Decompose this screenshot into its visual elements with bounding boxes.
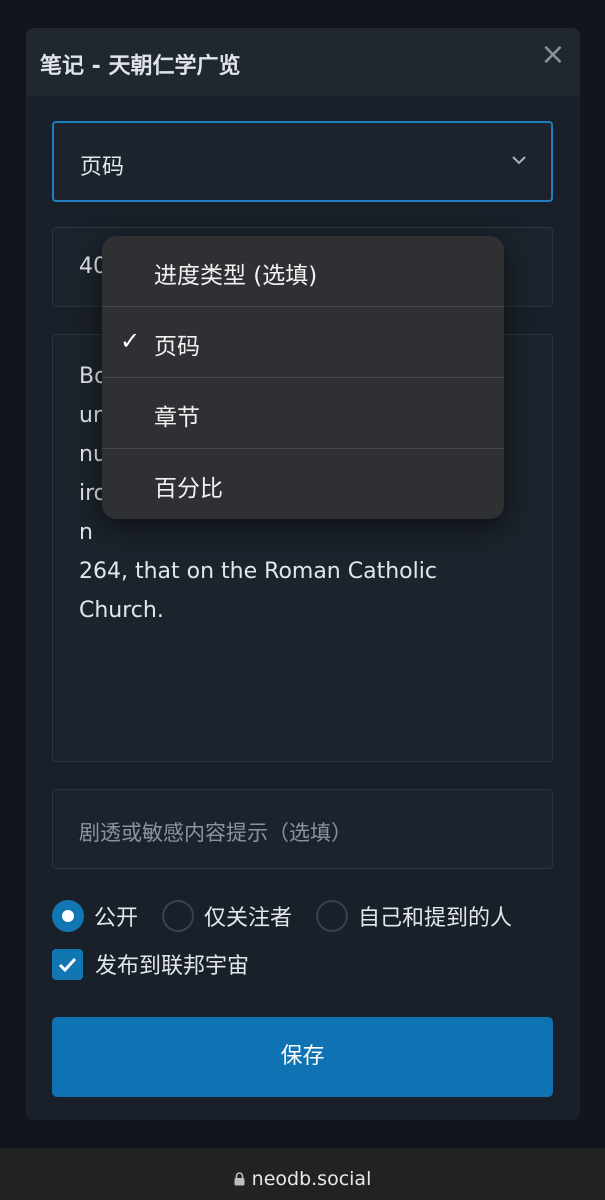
close-icon: × xyxy=(540,37,566,72)
dropdown-item-label: 页码 xyxy=(154,334,200,360)
radio-mentioned-circle[interactable] xyxy=(316,900,349,932)
dropdown-item-percentage[interactable]: 百分比 xyxy=(102,449,504,519)
lock-icon xyxy=(234,1172,245,1186)
dropdown-item-label: 章节 xyxy=(154,405,200,431)
progress-type-select[interactable]: 页码 xyxy=(52,121,553,202)
browser-url[interactable]: neodb.social xyxy=(0,1168,605,1190)
radio-public-label: 公开 xyxy=(94,906,139,931)
spoiler-input[interactable]: 剧透或敏感内容提示（选填） xyxy=(52,789,553,869)
radio-mentioned[interactable]: 自己和提到的人 xyxy=(316,900,512,932)
federate-checkbox[interactable] xyxy=(52,948,83,980)
spoiler-placeholder: 剧透或敏感内容提示（选填） xyxy=(79,821,352,845)
progress-type-value: 页码 xyxy=(80,155,125,180)
modal-title: 笔记 - 天朝仁学广览 xyxy=(40,54,241,79)
visibility-radio-group: 公开 仅关注者 自己和提到的人 xyxy=(52,899,562,933)
radio-public[interactable]: 公开 xyxy=(52,900,138,932)
dropdown-item-label: 进度类型 (选填) xyxy=(154,263,318,289)
radio-followers-label: 仅关注者 xyxy=(204,906,293,931)
radio-followers[interactable]: 仅关注者 xyxy=(162,900,292,932)
progress-type-dropdown: 进度类型 (选填) ✓ 页码 章节 百分比 xyxy=(102,236,504,519)
close-button[interactable]: × xyxy=(538,40,568,70)
federate-checkbox-row[interactable]: 发布到联邦宇宙 xyxy=(52,947,249,981)
federate-label: 发布到联邦宇宙 xyxy=(95,954,250,979)
save-button[interactable]: 保存 xyxy=(52,1017,553,1097)
checkmark-icon: ✓ xyxy=(120,327,141,355)
chevron-down-icon xyxy=(512,156,526,165)
checkmark-icon xyxy=(120,471,144,495)
checkmark-icon xyxy=(120,400,144,424)
checkmark-icon xyxy=(120,258,144,282)
checkmark-icon xyxy=(58,957,77,972)
dropdown-item-chapter[interactable]: 章节 xyxy=(102,378,504,449)
radio-mentioned-label: 自己和提到的人 xyxy=(358,906,513,931)
modal-header: 笔记 - 天朝仁学广览 × xyxy=(26,28,580,96)
note-modal: 笔记 - 天朝仁学广览 × 页码 40 Bo ur nu iro n 264, … xyxy=(26,28,580,1120)
dropdown-item-progress-type[interactable]: 进度类型 (选填) xyxy=(102,236,504,307)
browser-url-text: neodb.social xyxy=(251,1168,372,1190)
dropdown-item-label: 百分比 xyxy=(154,476,223,502)
radio-public-circle[interactable] xyxy=(52,900,84,932)
dropdown-item-page[interactable]: ✓ 页码 xyxy=(102,307,504,378)
radio-followers-circle[interactable] xyxy=(162,900,195,932)
